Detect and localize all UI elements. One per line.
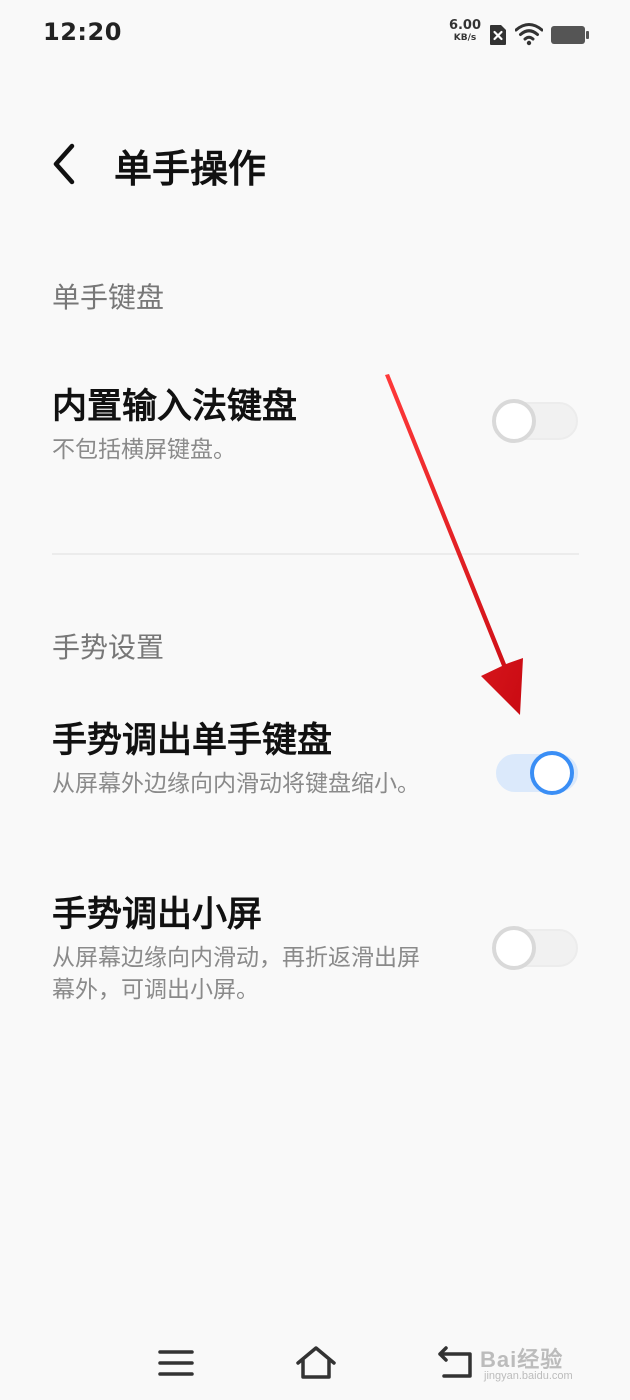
toggle-knob (530, 751, 574, 795)
setting-description: 从屏幕边缘向内滑动，再折返滑出屏幕外，可调出小屏。 (52, 945, 420, 1003)
gesture-one-hand-keyboard-toggle[interactable] (492, 751, 578, 795)
sim-x-icon (490, 25, 506, 45)
network-speed-unit: KB/s (453, 33, 477, 43)
setting-title: 手势调出单手键盘 (52, 721, 333, 761)
chevron-left-icon[interactable] (44, 140, 84, 188)
section-header-one-hand-keyboard: 单手键盘 (52, 281, 165, 314)
network-speed: 6.00 KB/s (444, 18, 486, 44)
status-time: 12:20 (43, 18, 122, 46)
status-bar: 12:20 6.00 KB/s (0, 0, 630, 70)
toggle-knob (492, 926, 536, 970)
menu-icon[interactable] (158, 1348, 194, 1378)
home-icon[interactable] (294, 1344, 338, 1380)
baidu-watermark: Bai经验 jingyan.baidu.com (478, 1330, 598, 1390)
setting-description: 从屏幕外边缘向内滑动将键盘缩小。 (52, 771, 420, 797)
page-title: 单手操作 (114, 147, 267, 191)
gesture-small-screen-toggle[interactable] (492, 926, 578, 970)
setting-title: 手势调出小屏 (52, 895, 263, 935)
back-icon[interactable] (436, 1344, 476, 1380)
settings-screen: 12:20 6.00 KB/s 单手操作 单手键盘 内置输入法键盘 不包括横屏键… (0, 0, 630, 1400)
wifi-icon (515, 23, 543, 46)
watermark-sub: jingyan.baidu.com (484, 1370, 573, 1382)
annotation-arrow-icon (385, 374, 523, 715)
battery-icon (551, 26, 589, 44)
setting-title: 内置输入法键盘 (52, 387, 298, 427)
navigation-bar: Bai经验 jingyan.baidu.com (0, 1320, 630, 1400)
network-speed-value: 6.00 (448, 18, 482, 33)
section-header-gesture-settings: 手势设置 (52, 631, 165, 664)
